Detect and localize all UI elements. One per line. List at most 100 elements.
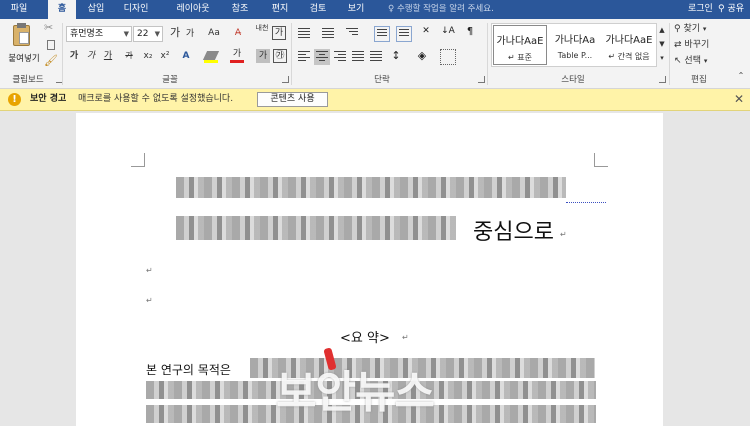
clipboard-group-label: 클립보드 bbox=[12, 75, 44, 85]
font-color-button[interactable]: 가 bbox=[228, 49, 246, 65]
clear-format-icon[interactable]: A̶ bbox=[230, 26, 246, 42]
italic-button[interactable]: 가 bbox=[85, 49, 97, 65]
select-button[interactable]: ↖ 선택 ▾ bbox=[674, 54, 734, 70]
ribbon: 붙여넣기 ✂ 🖌 클립보드 휴먼명조 ▼ 22 ▼ 가 가 Aa A̶ 내천 가… bbox=[0, 19, 750, 89]
enclose-char-button[interactable]: 가 bbox=[272, 26, 286, 40]
line-spacing-icon[interactable]: ↕ bbox=[388, 49, 404, 65]
borders-icon[interactable] bbox=[440, 49, 456, 65]
close-icon[interactable]: ✕ bbox=[734, 89, 744, 110]
find-button[interactable]: ⚲ 찾기 ▾ bbox=[674, 22, 734, 38]
editing-group-label: 편집 bbox=[691, 75, 707, 85]
style-normal[interactable]: 가나다AaE ↵ 표준 bbox=[493, 25, 547, 65]
share-button[interactable]: ⚲ 공유 bbox=[718, 0, 744, 19]
styles-launcher-icon[interactable] bbox=[659, 76, 666, 83]
style-name: Table P... bbox=[557, 51, 593, 60]
multilevel-list-icon[interactable] bbox=[344, 26, 360, 42]
font-name-value: 휴먼명조 bbox=[70, 29, 104, 39]
highlighter-icon bbox=[202, 51, 220, 60]
sign-in-link[interactable]: 로그인 bbox=[688, 0, 713, 19]
style-preview: 가나다Aa bbox=[554, 35, 596, 46]
enable-content-button[interactable]: 콘텐츠 사용 bbox=[257, 92, 328, 107]
paragraph-launcher-icon[interactable] bbox=[478, 76, 485, 83]
styles-more-icon[interactable]: ▾ bbox=[657, 51, 667, 67]
strikethrough-button[interactable]: 가 bbox=[122, 49, 136, 65]
style-preview: 가나다AaE bbox=[605, 35, 653, 46]
tab-insert[interactable]: 삽입 bbox=[82, 0, 110, 19]
blurred-heading-line bbox=[176, 177, 566, 198]
format-painter-icon[interactable]: 🖌 bbox=[44, 54, 60, 70]
person-icon: ⚲ bbox=[718, 4, 725, 14]
bullets-icon[interactable] bbox=[296, 26, 312, 42]
tab-file[interactable]: 파일 bbox=[4, 0, 34, 19]
highlight-color-button[interactable] bbox=[200, 49, 222, 65]
font-group-label: 글꼴 bbox=[162, 75, 178, 85]
distribute-icon[interactable] bbox=[368, 49, 384, 65]
font-size-value: 22 bbox=[137, 29, 149, 39]
paragraph-mark: ↵ bbox=[146, 266, 153, 275]
tell-me-text: 수행할 작업을 알려 주세요. bbox=[396, 4, 494, 14]
change-case-button[interactable]: Aa bbox=[204, 26, 224, 42]
align-left-icon[interactable] bbox=[296, 49, 312, 65]
superscript-button[interactable]: x² bbox=[158, 49, 172, 65]
char-border-icon[interactable]: ㉮ bbox=[273, 49, 287, 63]
char-shading-icon[interactable]: 가 bbox=[256, 49, 270, 63]
align-center-icon[interactable] bbox=[314, 49, 330, 65]
chevron-down-icon: ▾ bbox=[702, 25, 707, 33]
justify-icon[interactable] bbox=[350, 49, 366, 65]
grow-font-button[interactable]: 가 bbox=[168, 26, 182, 42]
style-preview: 가나다AaE bbox=[496, 36, 544, 47]
blurred-heading-line bbox=[176, 216, 456, 240]
replace-button[interactable]: ⇄ 바꾸기 bbox=[674, 38, 734, 54]
font-name-select[interactable]: 휴먼명조 ▼ bbox=[66, 26, 132, 42]
tab-design[interactable]: 디자인 bbox=[116, 0, 156, 19]
increase-indent-icon[interactable] bbox=[396, 26, 412, 42]
clipboard-icon bbox=[13, 23, 30, 46]
paragraph-group-label: 단락 bbox=[374, 75, 390, 85]
divider bbox=[291, 23, 292, 85]
asian-layout-icon[interactable]: ✕ bbox=[418, 26, 434, 42]
subscript-button[interactable]: x₂ bbox=[141, 49, 155, 65]
heading-tail-text: 중심으로 bbox=[473, 220, 554, 245]
replace-icon: ⇄ bbox=[674, 40, 682, 50]
collapse-ribbon-icon[interactable]: ⌃ bbox=[736, 69, 746, 85]
ribbon-tab-bar: 파일 홈 삽입 디자인 레이아웃 참조 편지 검토 보기 ♀ 수행할 작업을 알… bbox=[0, 0, 750, 19]
decrease-indent-icon[interactable] bbox=[374, 26, 390, 42]
security-warning-message: 매크로를 사용할 수 없도록 설정했습니다. bbox=[78, 94, 234, 104]
tab-mailings[interactable]: 편지 bbox=[266, 0, 294, 19]
divider bbox=[62, 23, 63, 85]
paste-button[interactable]: 붙여넣기 bbox=[4, 22, 40, 70]
lightbulb-icon: ♀ bbox=[388, 4, 395, 14]
style-no-spacing[interactable]: 가나다AaE ↵ 간격 없음 bbox=[602, 25, 656, 65]
tab-references[interactable]: 참조 bbox=[226, 0, 254, 19]
shading-icon[interactable]: ◈ bbox=[414, 49, 430, 65]
show-marks-icon[interactable]: ¶ bbox=[462, 26, 478, 42]
tell-me-box[interactable]: ♀ 수행할 작업을 알려 주세요. bbox=[388, 0, 494, 19]
security-warning-bar: ! 보안 경고 매크로를 사용할 수 없도록 설정했습니다. 콘텐츠 사용 ✕ bbox=[0, 89, 750, 111]
copy-icon[interactable] bbox=[44, 38, 60, 54]
paragraph-mark: ↵ bbox=[560, 230, 567, 239]
tab-view[interactable]: 보기 bbox=[342, 0, 370, 19]
crop-mark-top-left bbox=[131, 153, 145, 167]
text-effects-icon[interactable]: A bbox=[178, 49, 194, 65]
phonetic-guide-button[interactable]: 내천 bbox=[254, 24, 270, 40]
tab-layout[interactable]: 레이아웃 bbox=[170, 0, 216, 19]
tab-home[interactable]: 홈 bbox=[48, 0, 76, 19]
sort-icon[interactable]: ↓A bbox=[440, 26, 456, 42]
underline-button[interactable]: 가 bbox=[101, 49, 115, 65]
font-size-select[interactable]: 22 ▼ bbox=[133, 26, 163, 42]
shrink-font-button[interactable]: 가 bbox=[183, 27, 197, 43]
vertical-scrollbar[interactable] bbox=[738, 111, 750, 426]
numbering-icon[interactable] bbox=[320, 26, 336, 42]
font-launcher-icon[interactable] bbox=[282, 76, 289, 83]
paragraph-mark: ↵ bbox=[146, 296, 153, 305]
divider bbox=[487, 23, 488, 85]
cut-icon[interactable]: ✂ bbox=[44, 21, 60, 37]
font-color-label: 가 bbox=[232, 49, 242, 59]
styles-gallery: 가나다AaE ↵ 표준 가나다Aa Table P... 가나다AaE ↵ 간격… bbox=[491, 23, 657, 67]
align-right-icon[interactable] bbox=[332, 49, 348, 65]
tab-review[interactable]: 검토 bbox=[304, 0, 332, 19]
style-name: ↵ 간격 없음 bbox=[608, 52, 650, 61]
bold-button[interactable]: 가 bbox=[68, 49, 80, 65]
style-table-paragraph[interactable]: 가나다Aa Table P... bbox=[548, 25, 602, 65]
share-label: 공유 bbox=[727, 4, 745, 14]
